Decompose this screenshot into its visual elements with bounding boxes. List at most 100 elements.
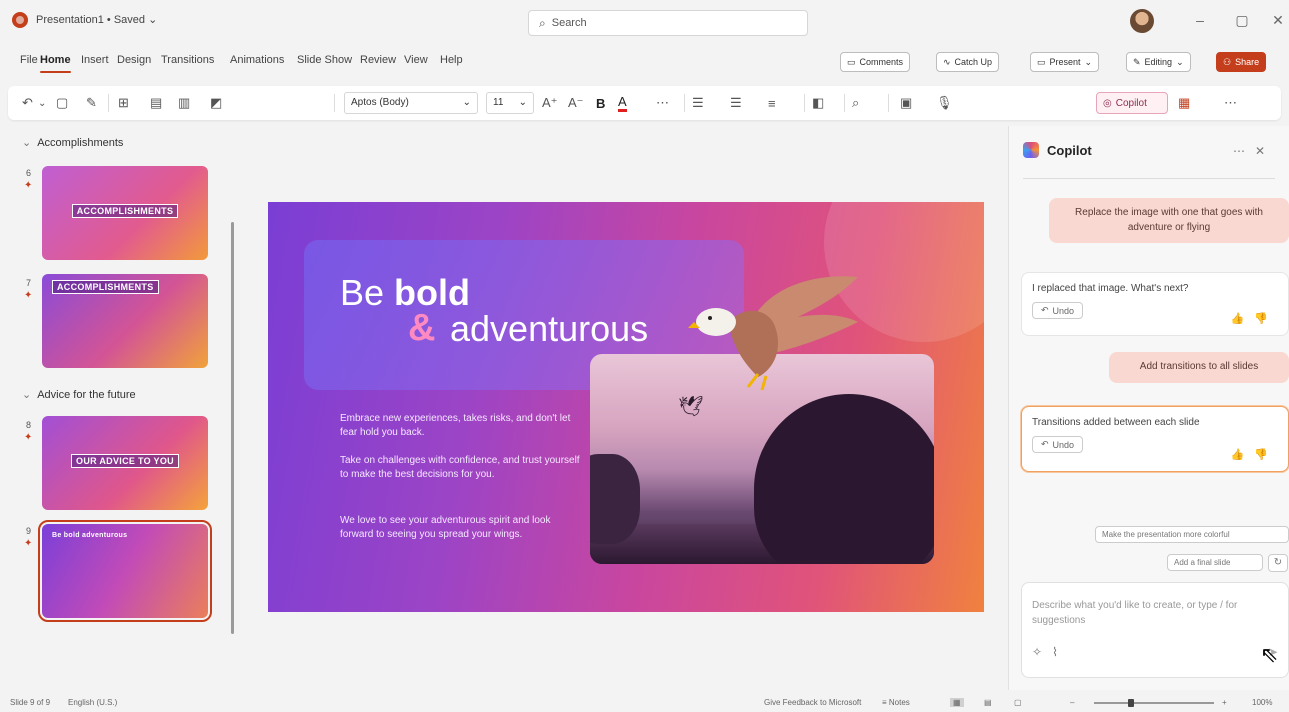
- paste-icon[interactable]: ▢: [56, 94, 68, 112]
- undo-icon[interactable]: ↶: [22, 94, 33, 112]
- user-message: Replace the image with one that goes wit…: [1049, 198, 1289, 243]
- menu-home[interactable]: Home: [40, 54, 71, 73]
- section-header-accomplishments[interactable]: ⌄ Accomplishments: [22, 136, 123, 149]
- slide-sorter-icon[interactable]: ▤: [984, 698, 992, 707]
- more-options-icon[interactable]: ⋯: [656, 94, 669, 112]
- feedback-link[interactable]: Give Feedback to Microsoft: [764, 698, 861, 707]
- undo-button[interactable]: ↶ Undo: [1032, 436, 1084, 453]
- new-slide-icon[interactable]: ⊞: [118, 94, 129, 112]
- share-button[interactable]: ⚇ Share: [1216, 52, 1267, 72]
- slide-paragraph-2[interactable]: Take on challenges with confidence, and …: [340, 454, 580, 481]
- catch-up-button[interactable]: ∿ Catch Up: [936, 52, 1000, 72]
- more-icon[interactable]: ⋯: [1224, 94, 1237, 112]
- ai-message: Transitions added between each slide ↶ Un…: [1021, 406, 1289, 472]
- menu-file[interactable]: File: [20, 54, 38, 66]
- bold-icon[interactable]: B: [596, 94, 605, 112]
- section-header-advice[interactable]: ⌄ Advice for the future: [22, 388, 136, 401]
- thumbnail-scrollbar[interactable]: [231, 222, 234, 634]
- menu-transitions[interactable]: Transitions: [161, 54, 214, 66]
- zoom-out-icon[interactable]: –: [1070, 698, 1074, 707]
- slide-thumbnail-7[interactable]: ACCOMPLISHMENTS: [42, 274, 208, 368]
- user-avatar[interactable]: [1130, 9, 1154, 33]
- suggestion-chip[interactable]: Make the presentation more colorful: [1095, 526, 1289, 543]
- shape-fill-icon[interactable]: ◧: [812, 94, 824, 112]
- bullets-icon[interactable]: ☰: [692, 94, 704, 112]
- section-icon[interactable]: ▥: [178, 94, 190, 112]
- undo-button[interactable]: ↶ Undo: [1032, 302, 1084, 319]
- menu-insert[interactable]: Insert: [81, 54, 109, 66]
- slide-thumbnail-6[interactable]: ACCOMPLISHMENTS: [42, 166, 208, 260]
- close-icon[interactable]: ✕: [1255, 144, 1275, 158]
- undo-icon: ↶: [1041, 305, 1049, 315]
- reading-view-icon[interactable]: ▢: [1014, 698, 1022, 707]
- copilot-panel: Copilot ⋯✕ Replace the image with one th…: [1008, 126, 1289, 690]
- font-family-select[interactable]: Aptos (Body) ⌄: [344, 92, 478, 114]
- minimize-button[interactable]: –: [1190, 12, 1210, 28]
- current-slide[interactable]: Be bold & adventurous Embrace new experi…: [268, 202, 984, 612]
- menu-view[interactable]: View: [404, 54, 428, 66]
- increase-font-icon[interactable]: A⁺: [542, 94, 558, 112]
- slide-thumbnail-8[interactable]: OUR ADVICE TO YOU: [42, 416, 208, 510]
- dictate-icon[interactable]: 🎙: [936, 94, 953, 112]
- ai-message-text: I replaced that image. What's next?: [1032, 283, 1189, 294]
- normal-view-icon[interactable]: ▦: [950, 698, 964, 707]
- thumbs-up-icon[interactable]: 👍: [1231, 313, 1255, 325]
- catch-up-icon: ∿: [943, 56, 951, 67]
- notes-icon: ≡: [882, 698, 889, 707]
- editing-button[interactable]: ✎ Editing ⌄: [1126, 52, 1191, 72]
- menu-help[interactable]: Help: [440, 54, 463, 66]
- find-icon[interactable]: ⌕: [852, 94, 859, 112]
- chevron-down-icon: ⌄: [22, 137, 32, 149]
- zoom-slider[interactable]: [1094, 702, 1214, 704]
- menu-animations[interactable]: Animations: [230, 54, 284, 66]
- font-color-icon[interactable]: A: [618, 94, 627, 112]
- document-title[interactable]: Presentation1 • Saved ⌄: [36, 13, 157, 26]
- ai-message: I replaced that image. What's next? ↶ Und…: [1021, 272, 1289, 336]
- attach-icon[interactable]: ⌇: [1052, 645, 1068, 659]
- language-indicator[interactable]: English (U.S.): [68, 698, 117, 707]
- slide-paragraph-3[interactable]: We love to see your adventurous spirit a…: [340, 514, 580, 541]
- maximize-button[interactable]: ▢: [1232, 12, 1252, 29]
- thumbs-up-icon[interactable]: 👍: [1231, 449, 1255, 461]
- present-icon: ▭: [1037, 56, 1046, 67]
- zoom-level[interactable]: 100%: [1252, 698, 1272, 707]
- layout-icon[interactable]: ▤: [150, 94, 162, 112]
- search-icon: ⌕: [539, 15, 546, 30]
- comments-button[interactable]: ▭ Comments: [840, 52, 911, 72]
- copilot-prompt-input[interactable]: Describe what you'd like to create, or t…: [1021, 582, 1289, 678]
- slide-counter: Slide 9 of 9: [10, 698, 51, 707]
- font-size-select[interactable]: 11 ⌄: [486, 92, 534, 114]
- decrease-font-icon[interactable]: A⁻: [568, 94, 584, 112]
- numbering-icon[interactable]: ☰: [730, 94, 742, 112]
- thumbs-down-icon[interactable]: 👎: [1254, 313, 1278, 325]
- more-icon[interactable]: ⋯: [1233, 144, 1255, 158]
- ai-message-text: Transitions added between each slide: [1032, 417, 1200, 428]
- zoom-slider-thumb[interactable]: [1128, 699, 1134, 707]
- slide-title-line2[interactable]: adventurous: [450, 308, 648, 350]
- designer-ideas-icon[interactable]: ▣: [900, 94, 912, 112]
- thumbs-down-icon[interactable]: 👎: [1254, 449, 1278, 461]
- menu-slide-show[interactable]: Slide Show: [297, 54, 352, 66]
- chevron-down-icon: ⌄: [22, 389, 32, 401]
- eagle-illustration[interactable]: [688, 262, 868, 392]
- menu-review[interactable]: Review: [360, 54, 396, 66]
- zoom-in-icon[interactable]: +: [1222, 698, 1227, 707]
- refresh-suggestions-icon[interactable]: ↻: [1268, 554, 1288, 572]
- ribbon-separator: [844, 94, 845, 112]
- search-input[interactable]: ⌕ Search: [528, 10, 808, 36]
- designer-icon[interactable]: ◩: [210, 94, 222, 112]
- format-painter-icon[interactable]: ✎: [86, 94, 97, 112]
- slide-thumbnail-9[interactable]: Be bold adventurous: [38, 520, 212, 622]
- sparkle-icon[interactable]: ✧: [1032, 645, 1052, 659]
- ribbon-copilot-button[interactable]: ◎ Copilot: [1096, 92, 1168, 114]
- chevron-down-icon[interactable]: ⌄: [38, 94, 46, 112]
- present-button[interactable]: ▭ Present ⌄: [1030, 52, 1100, 72]
- close-button[interactable]: ✕: [1268, 12, 1288, 29]
- suggestion-chip[interactable]: Add a final slide: [1167, 554, 1263, 571]
- notes-button[interactable]: ≡ Notes: [882, 698, 910, 707]
- copilot-title: Copilot: [1047, 142, 1092, 158]
- add-in-icon[interactable]: ▦: [1178, 94, 1190, 112]
- menu-design[interactable]: Design: [117, 54, 151, 66]
- align-icon[interactable]: ≡: [768, 94, 776, 112]
- slide-paragraph-1[interactable]: Embrace new experiences, takes risks, an…: [340, 412, 580, 439]
